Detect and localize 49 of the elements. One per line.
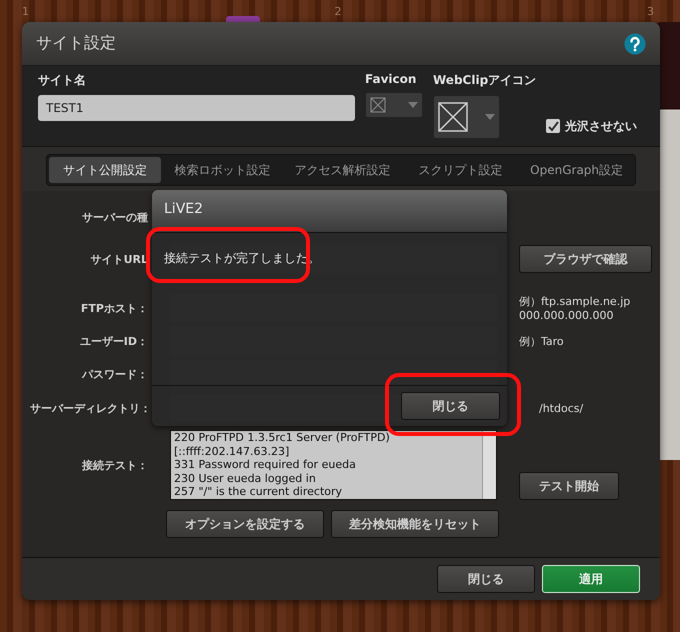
tab-marker <box>226 16 260 22</box>
action-button[interactable]: 差分検知機能をリセット <box>331 510 499 538</box>
field-label: サイトURL <box>90 252 148 266</box>
field-label: WebClipアイコン <box>433 72 536 89</box>
webclip-picker[interactable] <box>433 95 500 139</box>
log-box[interactable]: 220 ProFTPD 1.3.5rc1 Server (ProFTPD) [::ffff:202.147.63.23] 331 Password required for eueda 230 User eueda logged in 257 "/" is the current directory <box>170 430 497 500</box>
field-label: 接続テスト： <box>80 458 148 472</box>
dialog-title: LiVE2 <box>164 201 204 217</box>
favicon-picker[interactable] <box>365 92 423 118</box>
field-label: パスワード： <box>80 366 148 382</box>
log-line: 331 Password required for eueda <box>174 458 357 472</box>
apply-button[interactable]: 適用 <box>542 565 640 593</box>
action-button[interactable]: オプションを設定する <box>166 510 324 538</box>
hint-text: 例）ftp.sample.ne.jp <box>519 294 632 309</box>
page-number: 1 <box>22 4 29 18</box>
tab[interactable]: スクリプト設定 <box>404 157 516 183</box>
log-line: 257 "/" is the current directory <box>174 485 344 498</box>
field-label: FTPホスト： <box>80 300 148 316</box>
tab[interactable]: アクセス解析設定 <box>284 157 401 183</box>
hint-text: 000.000.000.000 <box>519 309 614 322</box>
dialog-close-button[interactable]: 閉じる <box>401 392 500 420</box>
caret-icon <box>485 114 495 120</box>
field-label: ユーザーID： <box>78 334 148 348</box>
scrollbar[interactable] <box>482 431 496 499</box>
checkbox-label: 光沢させない <box>565 118 638 134</box>
caret-icon <box>408 102 418 108</box>
page-number: 2 <box>334 4 342 18</box>
checkbox[interactable] <box>546 119 560 133</box>
field-label: Favicon <box>365 72 418 86</box>
tab[interactable]: OpenGraph設定 <box>520 157 634 183</box>
test-start-button[interactable]: テスト開始 <box>519 472 619 500</box>
close-button[interactable]: 閉じる <box>437 565 535 593</box>
field-label: サーバーディレクトリ： <box>30 400 148 416</box>
site-name-field[interactable]: TEST1 <box>38 95 355 121</box>
field-label: サーバーの種 <box>81 210 148 224</box>
log-line: [::ffff:202.147.63.23] <box>174 444 290 458</box>
tab[interactable]: サイト公開設定 <box>49 157 161 183</box>
page-number: 3 <box>647 4 654 18</box>
help-icon[interactable] <box>624 32 646 54</box>
log-line: 230 User eueda logged in <box>174 472 317 485</box>
hint-text: 例）Taro <box>519 334 565 348</box>
hint-text: /htdocs/ <box>539 402 584 414</box>
empty-image-icon <box>370 97 386 113</box>
tab[interactable]: 検索ロボット設定 <box>164 157 281 183</box>
window-title: サイト設定 <box>36 33 116 54</box>
empty-image-icon <box>438 102 468 132</box>
field-label: サイト名 <box>38 72 87 89</box>
browser-check-button[interactable]: ブラウザで確認 <box>519 245 652 273</box>
log-line: 220 ProFTPD 1.3.5rc1 Server (ProFTPD) <box>174 431 391 444</box>
